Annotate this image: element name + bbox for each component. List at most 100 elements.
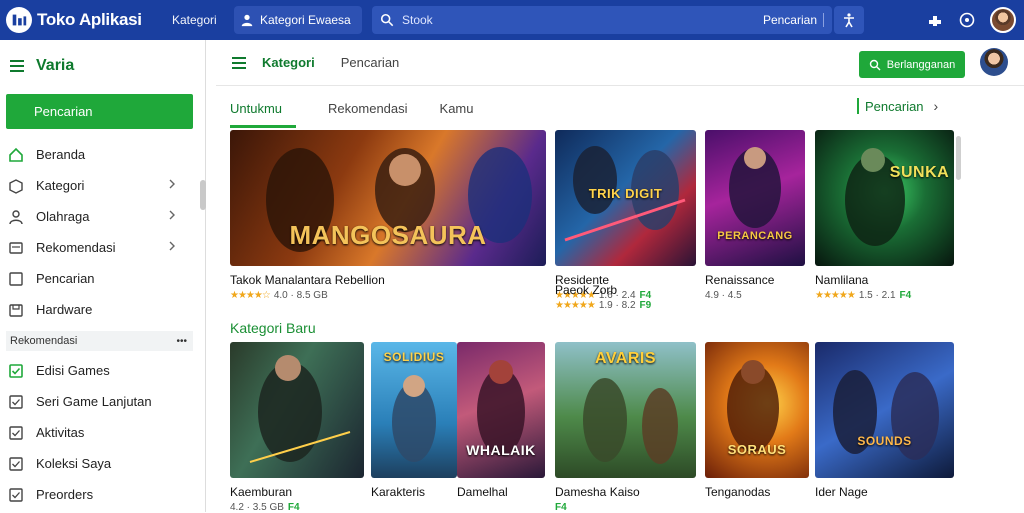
game-stats: 4.9 · 4.5 bbox=[705, 290, 742, 301]
game-card-caption: Paeok Zorb ★★★★★ 1.9 · 8.2 F9 bbox=[555, 276, 695, 311]
main-content: Kategori Pencarian Berlangganan Untukmu … bbox=[216, 40, 1024, 513]
game-art: AVARIS bbox=[555, 342, 696, 478]
sidebar-check-item[interactable]: Koleksi Saya bbox=[0, 448, 205, 479]
user-icon bbox=[9, 209, 23, 224]
game-card[interactable]: SOUNDS Ider Nage bbox=[815, 342, 954, 499]
game-meta: ★★★★★ 1.5 · 2.1 F4 bbox=[815, 290, 954, 301]
sidebar-item-label: Pencarian bbox=[36, 271, 95, 286]
sidebar-check-label: Edisi Games bbox=[36, 363, 110, 378]
checkbox-icon bbox=[9, 456, 23, 471]
content-tabs: Untukmu Rekomendasi Kamu Pencarian › bbox=[216, 86, 1024, 128]
game-art: TRIK DIGIT bbox=[555, 130, 696, 266]
game-card[interactable]: WHALAIK Damelhal bbox=[457, 342, 545, 499]
game-art-title: SOUNDS bbox=[857, 434, 912, 448]
game-art: SOUNDS bbox=[815, 342, 954, 478]
game-title: Tenganodas bbox=[705, 485, 771, 499]
tab-recommendations[interactable]: Rekomendasi bbox=[328, 101, 408, 128]
sidebar-item-categories[interactable]: Kategori bbox=[0, 170, 205, 201]
game-art-title: SORAUS bbox=[727, 442, 787, 457]
search-placeholder: Stook bbox=[402, 13, 433, 27]
sidebar-check-item[interactable]: Aktivitas bbox=[0, 417, 205, 448]
search-filter[interactable]: Pencarian bbox=[763, 13, 824, 27]
category-dropdown[interactable]: Kategori Ewaesa bbox=[234, 6, 362, 34]
game-card[interactable]: PERANCANG Renaissance 4.9 · 4.5 bbox=[705, 130, 805, 301]
profile-avatar[interactable] bbox=[980, 48, 1008, 76]
sidebar-scrollbar[interactable] bbox=[200, 180, 206, 210]
sub-header: Kategori Pencarian Berlangganan bbox=[216, 40, 1024, 86]
categories-link[interactable]: Kategori bbox=[172, 13, 232, 27]
game-title: Renaissance bbox=[705, 273, 775, 287]
game-stats: 4.0 · 8.5 GB bbox=[273, 290, 328, 301]
game-art-title: PERANCANG bbox=[717, 230, 793, 242]
game-meta: 4.2 · 3.5 GB F4 bbox=[230, 502, 364, 513]
game-card[interactable]: SOLIDIUS Karakteris bbox=[371, 342, 457, 499]
sidebar-check-label: Aktivitas bbox=[36, 425, 85, 440]
game-title: Paeok Zorb bbox=[555, 283, 618, 297]
sidebar-item-hardware[interactable]: Hardware bbox=[0, 294, 205, 325]
sidebar-check-item[interactable]: Preorders bbox=[0, 479, 205, 510]
game-meta: 4.9 · 4.5 bbox=[705, 290, 805, 301]
game-card[interactable]: SORAUS Tenganodas bbox=[705, 342, 809, 499]
search-input[interactable]: Stook Pencarian bbox=[372, 6, 832, 34]
game-card[interactable]: Kaemburan 4.2 · 3.5 GB F4 bbox=[230, 342, 364, 513]
sidebar-check-label: Preorders bbox=[36, 487, 94, 502]
sidebar-section-label: Rekomendasi bbox=[10, 335, 78, 347]
puzzle-icon[interactable] bbox=[926, 11, 944, 29]
search-button[interactable] bbox=[834, 6, 864, 34]
checkbox-icon bbox=[9, 425, 23, 440]
user-icon bbox=[241, 14, 253, 27]
section-title: Kategori Baru bbox=[230, 320, 316, 336]
chevron-right-icon bbox=[169, 241, 175, 251]
subscribe-button[interactable]: Berlangganan bbox=[859, 51, 965, 78]
sidebar-item-recommendations[interactable]: Rekomendasi bbox=[0, 232, 205, 263]
checkbox-checked-icon bbox=[9, 363, 23, 378]
game-title: Namlilana bbox=[815, 273, 869, 287]
square-icon bbox=[9, 271, 23, 286]
user-avatar[interactable] bbox=[990, 7, 1016, 33]
home-icon bbox=[9, 147, 23, 162]
game-art: MANGOSAURA bbox=[230, 130, 546, 266]
checkbox-icon bbox=[9, 394, 23, 409]
content-scrollbar[interactable] bbox=[956, 136, 961, 180]
game-card[interactable]: MANGOSAURA Takok Manalantara Rebellion ★… bbox=[230, 130, 546, 301]
game-art-figures bbox=[249, 355, 351, 463]
game-card[interactable]: SUNKA Namlilana ★★★★★ 1.5 · 2.1 F4 bbox=[815, 130, 954, 301]
app-title: Toko Aplikasi bbox=[37, 10, 142, 29]
sidebar-section-header[interactable]: Rekomendasi ••• bbox=[6, 331, 193, 351]
game-meta: ★★★★☆ 4.0 · 8.5 GB bbox=[230, 290, 546, 301]
sidebar-check-item[interactable]: Edisi Games bbox=[0, 355, 205, 386]
tab-search-link[interactable]: Pencarian › bbox=[857, 98, 938, 114]
sidebar-item-search[interactable]: Pencarian bbox=[0, 263, 205, 294]
sidebar-primary-button[interactable]: Pencarian bbox=[6, 94, 193, 129]
subtab-categories[interactable]: Kategori bbox=[262, 55, 315, 70]
subtab-search[interactable]: Pencarian bbox=[341, 55, 400, 70]
game-art-title: MANGOSAURA bbox=[289, 220, 487, 250]
sidebar-header[interactable]: Varia bbox=[0, 40, 205, 92]
chevron-right-icon bbox=[169, 210, 175, 220]
ellipsis-icon[interactable]: ••• bbox=[176, 336, 187, 347]
game-stats: 1.5 · 2.1 bbox=[858, 290, 896, 301]
game-art-figures bbox=[845, 148, 905, 246]
settings-icon[interactable] bbox=[958, 11, 976, 29]
menu-icon[interactable] bbox=[230, 54, 248, 72]
game-card[interactable]: AVARIS Damesha Kaiso F4 bbox=[555, 342, 696, 513]
game-art: SUNKA bbox=[815, 130, 954, 266]
card-icon bbox=[9, 241, 23, 254]
app-logo[interactable]: Toko Aplikasi bbox=[6, 7, 162, 33]
game-meta: ★★★★★ 1.9 · 8.2 F9 bbox=[555, 300, 695, 311]
game-stats: 1.9 · 8.2 bbox=[598, 300, 636, 311]
tab-you[interactable]: Kamu bbox=[440, 101, 474, 128]
sidebar-item-sports[interactable]: Olahraga bbox=[0, 201, 205, 232]
sidebar: Varia Pencarian Beranda Kategori Olahrag… bbox=[0, 40, 206, 512]
subscribe-button-label: Berlangganan bbox=[886, 58, 956, 71]
sidebar-item-label: Beranda bbox=[36, 147, 86, 162]
game-art-figures bbox=[727, 360, 779, 452]
game-art: PERANCANG bbox=[705, 130, 805, 266]
sidebar-item-label: Kategori bbox=[36, 178, 85, 193]
price-badge: F4 bbox=[287, 502, 300, 513]
tab-for-you[interactable]: Untukmu bbox=[230, 101, 297, 128]
search-icon bbox=[869, 59, 881, 70]
game-art-title: TRIK DIGIT bbox=[588, 186, 663, 201]
sidebar-item-home[interactable]: Beranda bbox=[0, 139, 205, 170]
sidebar-check-item[interactable]: Seri Game Lanjutan bbox=[0, 386, 205, 417]
